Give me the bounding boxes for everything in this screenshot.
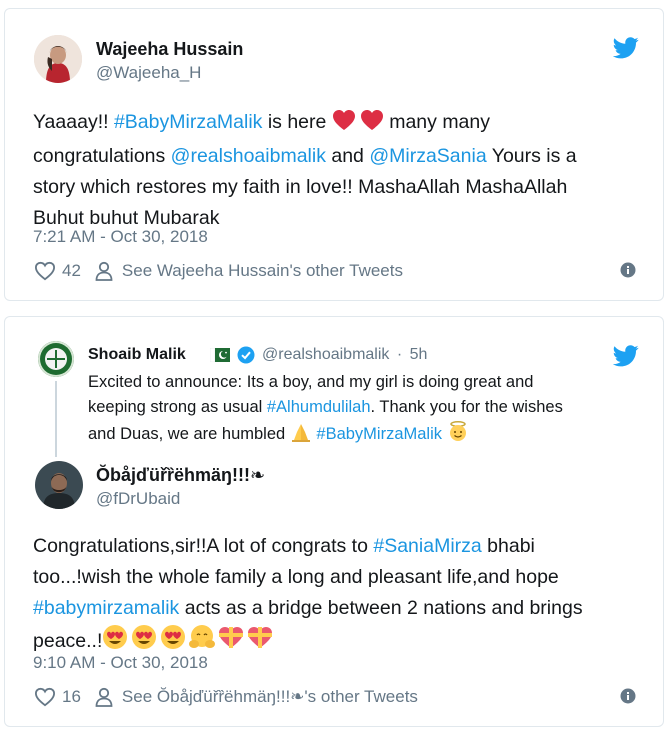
separator-dot: ·	[396, 346, 403, 363]
avatar[interactable]	[34, 35, 82, 83]
quoted-author-name[interactable]: Shoaib Malik	[88, 346, 186, 364]
like-count: 42	[62, 261, 81, 280]
see-other-tweets-link[interactable]: See Wajeeha Hussain's other Tweets	[122, 261, 403, 281]
hashtag-link[interactable]: #BabyMirzaMalik	[316, 425, 442, 443]
hashtag-link[interactable]: #Alhumdulilah	[267, 398, 371, 416]
verified-badge-icon	[237, 346, 255, 364]
text-segment: Congratulations,sir!!A lot of congrats t…	[33, 535, 374, 557]
text-line: Excited to announce: Its a boy, and my g…	[88, 373, 534, 391]
text-segment: . Thank you for the wishes	[370, 398, 563, 416]
info-icon[interactable]	[620, 688, 636, 704]
text-segment: peace..!	[33, 630, 103, 652]
author-handle[interactable]: @Wajeeha_H	[96, 63, 201, 83]
tweet-card-wajeeha: Wajeeha Hussain @Wajeeha_H Yaaaay!! #Bab…	[4, 8, 664, 301]
heart-icon[interactable]	[34, 261, 56, 281]
tweet-actions: 42 See Wajeeha Hussain's other Tweets	[34, 261, 403, 281]
author-name[interactable]: Ŏbåjďüřȑëhmäŋ!!!❧	[96, 465, 265, 486]
timestamp[interactable]: 7:21 AM - Oct 30, 2018	[33, 227, 208, 247]
text-segment: and	[325, 145, 370, 167]
text-segment: and Duas, we are humbled	[88, 425, 290, 443]
text-segment: congratulations	[33, 145, 171, 167]
hashtag-link[interactable]: #BabyMirzaMalik	[114, 111, 262, 133]
text-segment: bhabi	[481, 535, 535, 557]
twitter-bird-icon[interactable]	[613, 345, 639, 367]
angel-emoji-icon	[447, 420, 469, 450]
text-segment: Yaaaay!!	[33, 111, 114, 133]
info-icon[interactable]	[620, 262, 636, 278]
tweet-card-obaid: Shoaib Malik @realshoaibmalik · 5h Excit…	[4, 316, 664, 727]
quoted-handle-text[interactable]: @realshoaibmalik	[262, 346, 389, 363]
avatar[interactable]	[35, 461, 83, 509]
hashtag-link[interactable]: #babymirzamalik	[33, 597, 179, 619]
heart-icon[interactable]	[34, 687, 56, 707]
tweet-text: Yaaaay!! #BabyMirzaMalik is here many ma…	[33, 107, 643, 234]
author-name[interactable]: Wajeeha Hussain	[96, 39, 243, 60]
author-handle[interactable]: @fDrUbaid	[96, 489, 180, 509]
text-segment: acts as a bridge between 2 nations and b…	[179, 597, 583, 619]
text-segment: keeping strong as usual	[88, 398, 267, 416]
pakistan-flag-icon	[210, 348, 230, 362]
text-segment: many many	[383, 111, 490, 133]
text-segment: is here	[262, 111, 332, 133]
text-line: story which restores my faith in love!! …	[33, 176, 568, 198]
like-count: 16	[62, 687, 81, 706]
heart-emoji-icon	[332, 109, 384, 141]
thread-line	[55, 381, 57, 457]
quoted-tweet-text: Excited to announce: Its a boy, and my g…	[88, 370, 648, 450]
folded-hands-emoji-icon	[290, 422, 312, 450]
avatar[interactable]	[38, 341, 74, 377]
person-icon[interactable]	[94, 261, 114, 281]
see-other-tweets-link[interactable]: See Ŏbåjďüřȑëhmäŋ!!!❧'s other Tweets	[122, 687, 418, 707]
person-icon[interactable]	[94, 687, 114, 707]
tweet-text: Congratulations,sir!!A lot of congrats t…	[33, 531, 653, 660]
hashtag-link[interactable]: #SaniaMirza	[373, 535, 481, 557]
text-segment: Yours is a	[486, 145, 577, 167]
quoted-time[interactable]: 5h	[410, 346, 428, 363]
twitter-bird-icon[interactable]	[613, 37, 639, 59]
timestamp[interactable]: 9:10 AM - Oct 30, 2018	[33, 653, 208, 673]
tweet-actions: 16 See Ŏbåjďüřȑëhmäŋ!!!❧'s other Tweets	[34, 687, 418, 707]
mention-link[interactable]: @MirzaSania	[369, 145, 486, 167]
quoted-handle: @realshoaibmalik · 5h	[262, 346, 427, 364]
text-line: too...!wish the whole family a long and …	[33, 566, 559, 588]
mention-link[interactable]: @realshoaibmalik	[171, 145, 326, 167]
